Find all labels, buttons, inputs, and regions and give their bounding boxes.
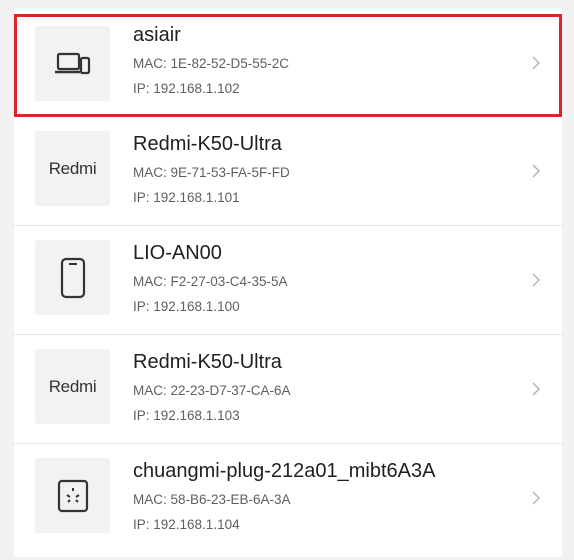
device-name: LIO-AN00 (133, 242, 222, 264)
device-mac: MAC: 9E-71-53-FA-5F-FD (133, 165, 290, 180)
device-row[interactable]: asiair MAC: 1E-82-52-D5-55-2C IP: 192.16… (14, 14, 562, 117)
device-name: Redmi-K50-Ultra (133, 133, 282, 155)
device-row[interactable]: LIO-AN00 MAC: F2-27-03-C4-35-5A IP: 192.… (14, 226, 562, 335)
device-name: chuangmi-plug-212a01_mibt6A3A (133, 460, 436, 482)
computer-icon (35, 26, 110, 101)
brand-logo-text: Redmi (48, 376, 97, 396)
device-name: Redmi-K50-Ultra (133, 351, 282, 373)
device-mac: MAC: F2-27-03-C4-35-5A (133, 274, 288, 289)
device-mac: MAC: 58-B6-23-EB-6A-3A (133, 492, 291, 507)
device-ip: IP: 192.168.1.103 (133, 408, 240, 423)
device-ip: IP: 192.168.1.100 (133, 299, 240, 314)
chevron-right-icon (532, 382, 541, 396)
redmi-logo: Redmi (35, 349, 110, 424)
device-row[interactable]: Redmi Redmi-K50-Ultra MAC: 22-23-D7-37-C… (14, 335, 562, 444)
device-row[interactable]: chuangmi-plug-212a01_mibt6A3A MAC: 58-B6… (14, 444, 562, 553)
device-row[interactable]: Redmi Redmi-K50-Ultra MAC: 9E-71-53-FA-5… (14, 117, 562, 226)
device-ip: IP: 192.168.1.104 (133, 517, 240, 532)
chevron-right-icon (532, 491, 541, 505)
phone-icon (35, 240, 110, 315)
device-ip: IP: 192.168.1.102 (133, 81, 240, 96)
chevron-right-icon (532, 56, 541, 70)
chevron-right-icon (532, 164, 541, 178)
brand-logo-text: Redmi (48, 158, 97, 178)
chevron-right-icon (532, 273, 541, 287)
device-name: asiair (133, 24, 181, 46)
redmi-logo: Redmi (35, 131, 110, 206)
device-mac: MAC: 22-23-D7-37-CA-6A (133, 383, 291, 398)
device-ip: IP: 192.168.1.101 (133, 190, 240, 205)
device-list: asiair MAC: 1E-82-52-D5-55-2C IP: 192.16… (14, 8, 562, 557)
device-mac: MAC: 1E-82-52-D5-55-2C (133, 56, 290, 71)
smart-plug-icon (35, 458, 110, 533)
